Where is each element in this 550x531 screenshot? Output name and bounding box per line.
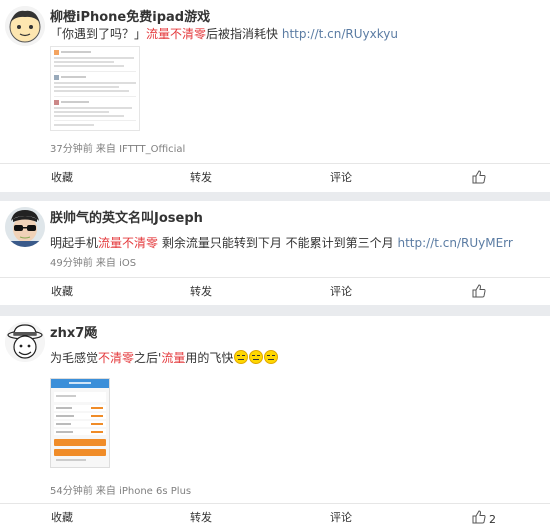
post-link[interactable]: http://t.cn/RUyMErr [397, 236, 512, 250]
post-card: zhx7飏 为毛感觉不清零之后'流量用的飞快 54分钟前 来自 iPhone 6 [0, 316, 550, 531]
text-post: 剩余流量只能转到下月 不能累计到第三个月 [158, 236, 398, 250]
favorite-button[interactable]: 收藏 [51, 278, 73, 306]
like-button[interactable] [472, 284, 486, 303]
avatar[interactable] [5, 207, 45, 247]
username[interactable]: zhx7飏 [50, 322, 97, 341]
text-pre: 为毛感觉 [50, 351, 99, 365]
keyword-highlight[interactable]: 不清零 [98, 351, 134, 365]
text-mid: 之后 [134, 351, 159, 365]
text-post: 用的飞快 [185, 351, 234, 365]
grin-emoji-icon [264, 350, 279, 364]
keyword-highlight[interactable]: 流量 [161, 351, 185, 365]
post-link[interactable]: http://t.cn/RUyxkyu [282, 27, 398, 41]
repost-button[interactable]: 转发 [190, 504, 212, 531]
avatar[interactable] [5, 322, 45, 362]
thumbs-up-icon [472, 510, 486, 529]
comment-button[interactable]: 评论 [330, 164, 352, 192]
text-pre: 「你遇到了吗？」 [50, 27, 147, 41]
keyword-highlight[interactable]: 流量不清零 [98, 236, 158, 250]
post-card: 朕帅气的英文名叫Joseph 明起手机流量不清零 剩余流量只能转到下月 不能累计… [0, 201, 550, 305]
text-pre: 明起手机 [50, 236, 99, 250]
favorite-button[interactable]: 收藏 [51, 504, 73, 531]
post-text: 明起手机流量不清零 剩余流量只能转到下月 不能累计到第三个月 http://t.… [50, 234, 513, 251]
post-text: 「你遇到了吗？」流量不清零后被指消耗快 http://t.cn/RUyxkyu [50, 25, 398, 42]
image-thumbnail[interactable] [50, 46, 140, 131]
post-card: 柳橙iPhone免费ipad游戏 「你遇到了吗？」流量不清零后被指消耗快 htt… [0, 0, 550, 192]
repost-button[interactable]: 转发 [190, 278, 212, 306]
action-bar: 收藏 转发 评论 2 [0, 503, 550, 531]
like-button[interactable]: 2 [472, 510, 496, 529]
repost-button[interactable]: 转发 [190, 164, 212, 192]
avatar[interactable] [5, 6, 45, 46]
like-button[interactable] [472, 170, 486, 189]
post-meta: 54分钟前 来自 iPhone 6s Plus [50, 486, 192, 497]
action-bar: 收藏 转发 评论 [0, 163, 550, 191]
favorite-button[interactable]: 收藏 [51, 164, 73, 192]
post-text: 为毛感觉不清零之后'流量用的飞快 [50, 349, 279, 366]
post-meta: 49分钟前 来自 iOS [50, 258, 137, 269]
grin-emoji-icon [249, 350, 264, 364]
thumbs-up-icon [472, 284, 486, 303]
text-post: 后被指消耗快 [206, 27, 282, 41]
like-count: 2 [489, 512, 496, 526]
keyword-highlight[interactable]: 流量不清零 [146, 27, 206, 41]
comment-button[interactable]: 评论 [330, 278, 352, 306]
action-bar: 收藏 转发 评论 [0, 277, 550, 305]
post-meta: 37分钟前 来自 IFTTT_Official [50, 144, 186, 155]
thumbs-up-icon [472, 170, 486, 189]
username[interactable]: 柳橙iPhone免费ipad游戏 [50, 6, 210, 25]
username[interactable]: 朕帅气的英文名叫Joseph [50, 207, 203, 226]
grin-emoji-icon [234, 350, 249, 364]
image-thumbnail[interactable] [50, 378, 110, 468]
comment-button[interactable]: 评论 [330, 504, 352, 531]
